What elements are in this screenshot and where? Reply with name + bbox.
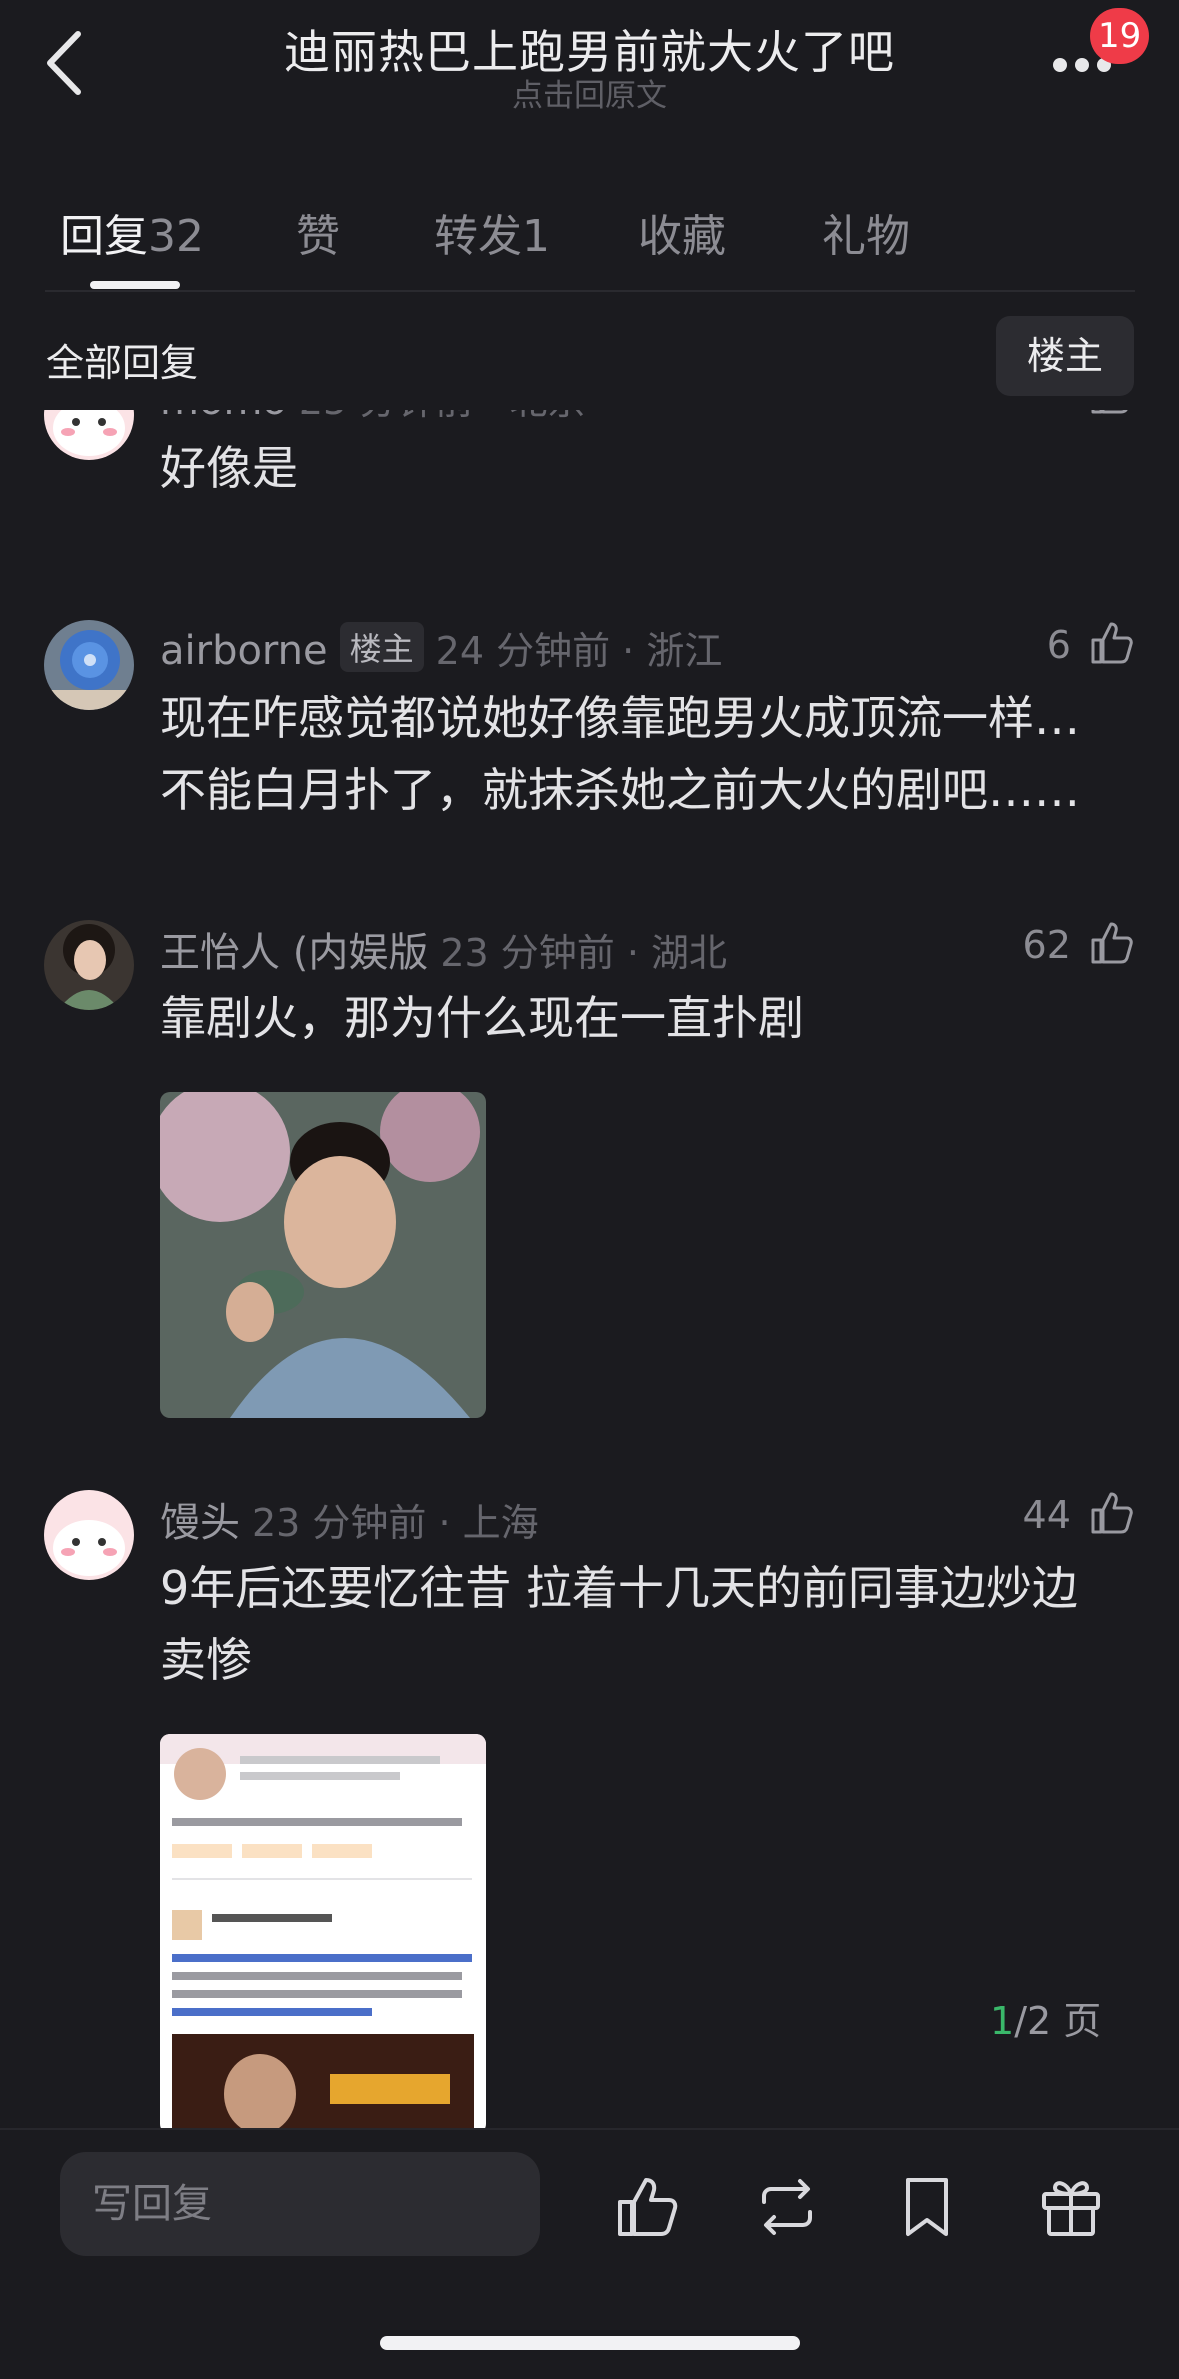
tab-label: 礼物 — [822, 211, 910, 262]
avatar[interactable] — [44, 410, 134, 460]
thumbs-up-icon — [1091, 922, 1133, 964]
gift-icon — [1042, 2181, 1100, 2236]
comment-time-location: 24 分钟前 · 浙江 — [435, 629, 723, 673]
tab-label: 赞 — [296, 211, 340, 262]
thumbs-up-icon — [1091, 622, 1133, 664]
like-button[interactable]: 4 — [1047, 410, 1135, 417]
comment-item: momo 25 分钟前 · 北京 4 好像是 — [0, 410, 1179, 530]
comment-meta: momo 25 分钟前 · 北京 — [160, 410, 586, 425]
back-to-original-link[interactable]: 点击回原文 — [0, 70, 1179, 115]
comment-image[interactable] — [160, 1734, 486, 2130]
tab-label: 收藏 — [638, 211, 726, 262]
comment-meta: 馒头 23 分钟前 · 上海 — [160, 1490, 539, 1548]
pink-bun-avatar-icon — [44, 1490, 134, 1580]
comment-line: 靠剧火，那为什么现在一直扑剧 — [160, 991, 804, 1045]
comment-line: 卖惨 — [160, 1633, 252, 1687]
avatar[interactable] — [44, 620, 134, 710]
like-button[interactable]: 62 — [1023, 920, 1135, 967]
comment-text: 9年后还要忆往昔 拉着十几天的前同事边炒边 卖惨 — [160, 1552, 1120, 1696]
drama-still-image — [160, 1092, 486, 1418]
like-icon — [618, 2178, 678, 2236]
comment-line: 好像是 — [160, 441, 298, 495]
comment-time-location: 25 分钟前 · 北京 — [299, 410, 586, 423]
comment-time-location: 23 分钟前 · 湖北 — [440, 931, 727, 975]
portrait-avatar-icon — [44, 920, 134, 1010]
tab-gifts[interactable]: 礼物 — [822, 200, 910, 264]
avatar[interactable] — [44, 1490, 134, 1580]
repost-icon — [762, 2179, 812, 2235]
tab-reposts[interactable]: 转发1 — [434, 200, 550, 264]
reply-input[interactable]: 写回复 — [60, 2152, 540, 2256]
page-indicator[interactable]: 1/2 页 — [990, 1990, 1101, 2045]
tab-likes[interactable]: 赞 — [296, 200, 340, 264]
username[interactable]: 王怡人 (内娱版 — [160, 930, 428, 976]
like-count: 4 — [1047, 410, 1071, 417]
like-button[interactable]: 44 — [1023, 1490, 1135, 1537]
username[interactable]: momo — [160, 410, 287, 424]
like-count: 62 — [1022, 923, 1071, 967]
current-page: 1 — [990, 1999, 1015, 2043]
comment-list[interactable]: momo 25 分钟前 · 北京 4 好像是 airborne楼主24 分钟前 ·… — [0, 410, 1179, 2130]
comment-meta: 王怡人 (内娱版 23 分钟前 · 湖北 — [160, 920, 727, 978]
comment-line: 现在咋感觉都说她好像靠跑男火成顶流一样… — [160, 691, 1080, 745]
pink-bun-avatar-icon — [44, 410, 134, 460]
like-button[interactable]: 6 — [1047, 620, 1135, 667]
screenshot-thumbnail-image — [160, 1734, 486, 2130]
all-replies-heading: 全部回复 — [46, 341, 199, 385]
op-only-filter-button[interactable]: 楼主 — [996, 316, 1134, 396]
comment-text: 靠剧火，那为什么现在一直扑剧 — [160, 982, 1120, 1054]
thumbs-up-icon — [1091, 1492, 1133, 1534]
avatar[interactable] — [44, 920, 134, 1010]
header: 迪丽热巴上跑男前就大火了吧 点击回原文 19 — [0, 0, 1179, 130]
tab-label: 回复 — [60, 211, 148, 262]
gift-button[interactable] — [1036, 2172, 1106, 2242]
comment-text: 好像是 — [160, 432, 1120, 504]
tab-bar: 回复32 赞 转发1 收藏 礼物 — [0, 190, 1179, 290]
username[interactable]: 馒头 — [160, 1500, 240, 1546]
notification-badge: 19 — [1090, 8, 1150, 64]
active-tab-indicator — [90, 281, 180, 289]
comment-item: airborne 楼主 24 分钟前 · 浙江 6 现在咋感觉都说她好像靠跑男火成顶… — [0, 620, 1179, 820]
repost-button[interactable] — [752, 2172, 822, 2242]
bookmark-button[interactable] — [892, 2172, 962, 2242]
divider — [45, 290, 1135, 292]
username[interactable]: airborne — [160, 628, 328, 674]
comment-line: 9年后还要忆往昔 拉着十几天的前同事边炒边 — [160, 1561, 1078, 1615]
comment-image[interactable] — [160, 1092, 486, 1418]
home-indicator[interactable] — [380, 2336, 800, 2350]
thumbs-up-icon — [1091, 410, 1128, 414]
like-count: 44 — [1022, 1493, 1071, 1537]
tab-label: 转发 — [434, 211, 522, 262]
comment-time-location: 23 分钟前 · 上海 — [252, 1501, 539, 1545]
comment-meta: airborne 楼主 24 分钟前 · 浙江 — [160, 620, 722, 675]
comment-text: 现在咋感觉都说她好像靠跑男火成顶流一样… 不能白月扑了，就抹杀她之前大火的剧吧…… — [160, 682, 1120, 826]
tab-count: 1 — [522, 211, 550, 262]
tab-favorites[interactable]: 收藏 — [638, 200, 726, 264]
op-badge: 楼主 — [339, 622, 424, 672]
bookmark-icon — [906, 2178, 948, 2236]
like-count: 6 — [1046, 623, 1071, 667]
like-post-button[interactable] — [612, 2172, 682, 2242]
blue-flower-avatar-icon — [44, 620, 134, 710]
total-pages: /2 页 — [1014, 1999, 1102, 2043]
tab-count: 32 — [148, 211, 204, 262]
comment-line: 不能白月扑了，就抹杀她之前大火的剧吧…… — [160, 763, 1080, 817]
comment-item: 王怡人 (内娱版 23 分钟前 · 湖北 62 靠剧火，那为什么现在一直扑剧 — [0, 920, 1179, 1440]
tab-replies[interactable]: 回复32 — [60, 200, 204, 264]
